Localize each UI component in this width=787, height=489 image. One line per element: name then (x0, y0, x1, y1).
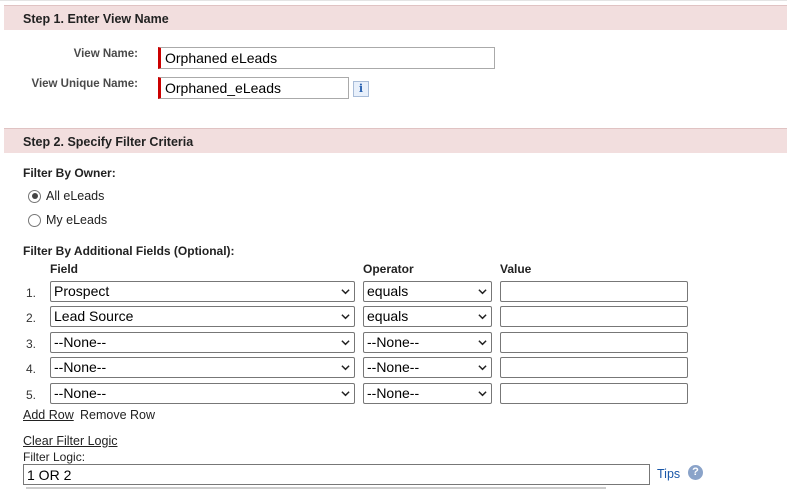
row-number: 1. (26, 286, 37, 300)
row-number: 4. (26, 362, 37, 376)
field-select-value: --None-- (54, 385, 107, 401)
chevron-down-icon (341, 391, 350, 397)
row-number: 5. (26, 388, 37, 402)
field-select-value: Prospect (54, 283, 110, 299)
operator-select-value: --None-- (367, 385, 420, 401)
operator-select-4[interactable]: --None-- (363, 357, 492, 378)
radio-all-eleads[interactable]: All eLeads (28, 188, 104, 204)
radio-button[interactable] (28, 213, 41, 227)
top-border (0, 0, 787, 4)
chevron-down-icon (341, 314, 350, 320)
filter-logic-input[interactable] (23, 464, 650, 485)
filter-logic-label: Filter Logic: (23, 450, 86, 464)
filter-owner-label: Filter By Owner: (23, 166, 116, 180)
radio-all-eleads-label: All eLeads (46, 189, 105, 203)
field-select-3[interactable]: --None-- (50, 332, 355, 353)
chevron-down-icon (341, 340, 350, 346)
operator-select-value: --None-- (367, 334, 420, 350)
value-input-4[interactable] (500, 357, 688, 378)
field-select-4[interactable]: --None-- (50, 357, 355, 378)
operator-select-3[interactable]: --None-- (363, 332, 492, 353)
chevron-down-icon (341, 289, 350, 295)
col-operator-header: Operator (363, 262, 414, 276)
additional-fields-label: Filter By Additional Fields (Optional): (23, 244, 235, 258)
clear-filter-logic-link[interactable]: Clear Filter Logic (23, 434, 117, 448)
operator-select-value: equals (367, 308, 409, 324)
chevron-down-icon (341, 365, 350, 371)
field-select-value: --None-- (54, 334, 107, 350)
operator-select-value: equals (367, 283, 409, 299)
tips-link[interactable]: Tips (657, 467, 680, 481)
help-icon[interactable]: ? (688, 465, 703, 480)
operator-select-5[interactable]: --None-- (363, 383, 492, 404)
value-input-5[interactable] (500, 383, 688, 404)
unique-name-input[interactable] (158, 77, 349, 99)
operator-select-2[interactable]: equals (363, 306, 492, 327)
remove-row-text[interactable]: Remove Row (80, 408, 155, 422)
unique-name-label: View Unique Name: (31, 78, 138, 90)
step2-header: Step 2. Specify Filter Criteria (4, 128, 787, 153)
col-value-header: Value (500, 262, 532, 276)
chevron-down-icon (478, 314, 487, 320)
chevron-down-icon (478, 391, 487, 397)
chevron-down-icon (478, 365, 487, 371)
field-select-5[interactable]: --None-- (50, 383, 355, 404)
field-select-value: Lead Source (54, 308, 134, 324)
view-name-input[interactable] (158, 47, 495, 69)
info-icon[interactable]: i (353, 81, 369, 97)
radio-my-eleads-label: My eLeads (46, 213, 108, 227)
value-input-3[interactable] (500, 332, 688, 353)
step1-header: Step 1. Enter View Name (4, 5, 787, 30)
row-number: 3. (26, 337, 37, 351)
value-input-2[interactable] (500, 306, 688, 327)
row-number: 2. (26, 311, 37, 325)
chevron-down-icon (478, 340, 487, 346)
view-name-label: View Name: (73, 48, 138, 60)
field-select-2[interactable]: Lead Source (50, 306, 355, 327)
radio-my-eleads[interactable]: My eLeads (28, 212, 107, 228)
value-input-1[interactable] (500, 281, 688, 302)
col-field-header: Field (50, 262, 79, 276)
chevron-down-icon (478, 289, 487, 295)
operator-select-value: --None-- (367, 359, 420, 375)
add-row-link[interactable]: Add Row (23, 408, 74, 422)
field-select-1[interactable]: Prospect (50, 281, 355, 302)
radio-button-checked[interactable] (28, 189, 41, 203)
operator-select-1[interactable]: equals (363, 281, 492, 302)
field-select-value: --None-- (54, 359, 107, 375)
